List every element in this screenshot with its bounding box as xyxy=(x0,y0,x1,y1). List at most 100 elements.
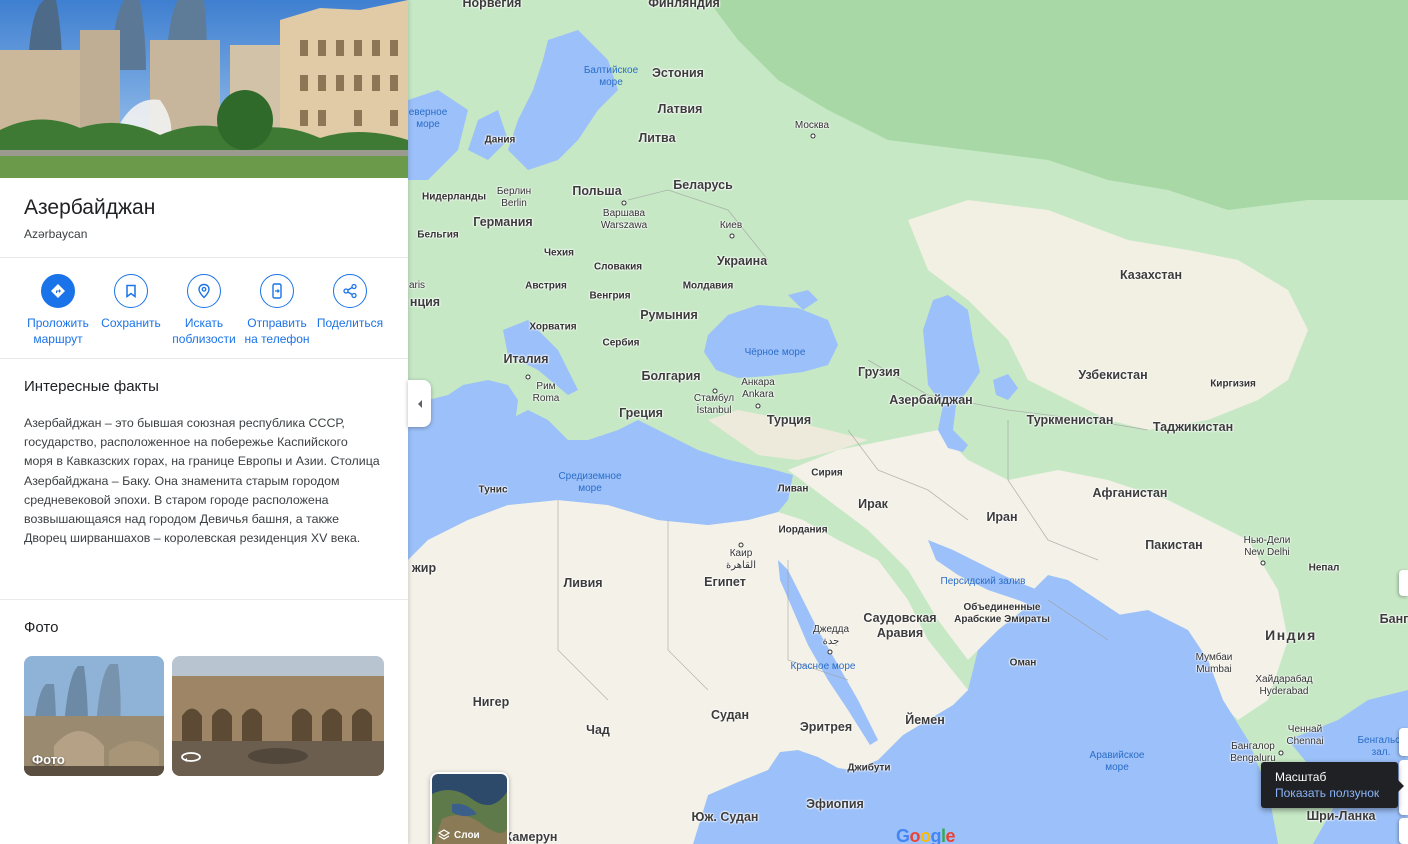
map-label-eritrea: Эритрея xyxy=(799,720,853,734)
send-to-phone-button-circle xyxy=(260,274,294,308)
map-label-chad: Чад xyxy=(586,723,610,737)
send-to-phone-label: Отправить на телефон xyxy=(244,316,310,346)
map-city-ankara: Анкара Ankara xyxy=(741,377,775,400)
map-label-germany: Германия xyxy=(473,215,533,229)
map-control-edge[interactable] xyxy=(1399,728,1408,756)
map-label-azerbaijan: Азербайджан xyxy=(889,393,973,407)
map-label-georgia: Грузия xyxy=(857,365,901,379)
city-marker xyxy=(712,388,718,394)
map-label-cameroon: Камерун xyxy=(504,830,558,844)
map-label-norway: Норвегия xyxy=(462,0,522,10)
map-label-romania: Румыния xyxy=(640,308,698,322)
map-water-arabian-sea: Аравийское море xyxy=(1089,750,1145,773)
facts-title: Интересные факты xyxy=(24,378,159,395)
map-label-netherlands: Нидерланды xyxy=(422,191,486,203)
app-root: Норвегия Финляндия Эстония Латвия Литва … xyxy=(0,0,1408,844)
nearby-button-circle xyxy=(187,274,221,308)
map-label-italy: Италия xyxy=(503,352,549,366)
map-control-edge[interactable] xyxy=(1399,818,1408,844)
layers-caption: Слои xyxy=(438,829,480,841)
show-slider-link[interactable]: Показать ползунок xyxy=(1275,786,1379,800)
map-label-finland: Финляндия xyxy=(648,0,720,10)
map-label-iran: Иран xyxy=(986,510,1018,524)
map-city-hyderabad: Хайдарабад Hyderabad xyxy=(1255,674,1313,697)
layers-button[interactable]: Слои xyxy=(430,772,509,844)
hero-photo[interactable] xyxy=(0,0,408,178)
photo-caption: Фото xyxy=(32,752,65,767)
place-title: Азербайджан xyxy=(24,196,156,219)
google-logo: Google xyxy=(896,826,956,844)
save-label: Сохранить xyxy=(101,316,161,330)
tooltip-arrow xyxy=(1398,780,1404,792)
map-city-moscow: Москва xyxy=(794,120,830,131)
city-marker xyxy=(755,403,761,409)
map-label-kyrgyzstan: Киргизия xyxy=(1210,378,1256,390)
map-label-ukraine: Украина xyxy=(716,254,768,268)
map-label-uzbekistan: Узбекистан xyxy=(1078,368,1148,382)
map-label-lithuania: Литва xyxy=(638,131,676,145)
photo-thumbnail[interactable]: Фото xyxy=(24,656,164,776)
map-label-djibouti: Джибути xyxy=(847,762,891,774)
zoom-tooltip-title: Масштаб xyxy=(1275,770,1327,784)
map-label-denmark: Дания xyxy=(484,134,516,146)
divider xyxy=(0,257,408,258)
nearby-button[interactable]: Искать поблизости xyxy=(166,274,242,347)
photo-360-image xyxy=(172,656,384,776)
city-marker xyxy=(729,233,735,239)
360-view-icon xyxy=(181,752,201,762)
map-city-cairo: Каир القاهرة xyxy=(726,548,756,571)
map-label-libya: Ливия xyxy=(563,576,603,590)
zoom-tooltip: Масштаб Показать ползунок xyxy=(1261,762,1404,808)
city-marker xyxy=(810,133,816,139)
map-city-kyiv: Киев xyxy=(719,220,743,231)
map-label-lebanon: Ливан xyxy=(777,483,809,495)
map-label-greece: Греция xyxy=(619,406,663,420)
map-label-sudan: Судан xyxy=(710,708,750,722)
place-subtitle: Azərbaycan xyxy=(24,227,88,241)
directions-button[interactable]: Проложить маршрут xyxy=(20,274,96,347)
map-label-iraq: Ирак xyxy=(858,497,888,511)
send-to-phone-button[interactable]: Отправить на телефон xyxy=(239,274,315,347)
map-label-serbia: Сербия xyxy=(602,337,640,349)
map-control-edge[interactable] xyxy=(1399,570,1408,596)
map-label-tajikistan: Таджикистан xyxy=(1152,420,1234,434)
directions-button-circle xyxy=(41,274,75,308)
map-label-pakistan: Пакистан xyxy=(1145,538,1203,552)
share-icon xyxy=(343,283,357,299)
map-label-czechia: Чехия xyxy=(544,247,574,259)
map-label-uae: Объединенные Арабские Эмираты xyxy=(954,602,1050,625)
save-button[interactable]: Сохранить xyxy=(93,274,169,331)
map-label-france-part: нция xyxy=(409,295,441,309)
photos-title: Фото xyxy=(24,619,59,636)
divider xyxy=(0,599,408,600)
action-bar: Проложить маршрут Сохранить Искать побли… xyxy=(0,274,408,354)
share-button[interactable]: Поделиться xyxy=(312,274,388,331)
map-city-new-delhi: Нью-Дели New Delhi xyxy=(1243,535,1291,558)
save-button-circle xyxy=(114,274,148,308)
map-label-hungary: Венгрия xyxy=(589,290,631,302)
map-city-chennai: Ченнай Chennai xyxy=(1286,724,1324,747)
map-label-austria: Австрия xyxy=(525,280,567,292)
map-city-jeddah: Джедда جدة xyxy=(812,624,850,647)
send-to-phone-icon xyxy=(272,283,282,299)
map-label-poland: Польша xyxy=(572,184,622,198)
directions-icon xyxy=(51,284,65,298)
map-label-syria: Сирия xyxy=(811,467,843,479)
map-label-yemen: Йемен xyxy=(905,713,945,727)
layers-icon xyxy=(438,829,450,840)
share-button-circle xyxy=(333,274,367,308)
map-label-ethiopia: Эфиопия xyxy=(806,797,864,811)
map-label-latvia: Латвия xyxy=(657,102,703,116)
map-label-sri-lanka: Шри-Ланка xyxy=(1306,809,1376,823)
collapse-panel-button[interactable] xyxy=(408,380,431,427)
map-canvas[interactable]: Норвегия Финляндия Эстония Латвия Литва … xyxy=(408,0,1408,844)
map-city-berlin: Берлин Berlin xyxy=(496,186,532,209)
hero-image xyxy=(0,0,408,178)
photo-360-thumbnail[interactable] xyxy=(172,656,384,776)
bookmark-icon xyxy=(126,284,136,298)
layers-label: Слои xyxy=(454,829,480,841)
map-label-egypt: Египет xyxy=(704,575,746,589)
map-water-red-sea: Красное море xyxy=(790,661,856,672)
map-label-paris-part: aris xyxy=(408,280,426,291)
photo-360-caption xyxy=(180,750,202,767)
